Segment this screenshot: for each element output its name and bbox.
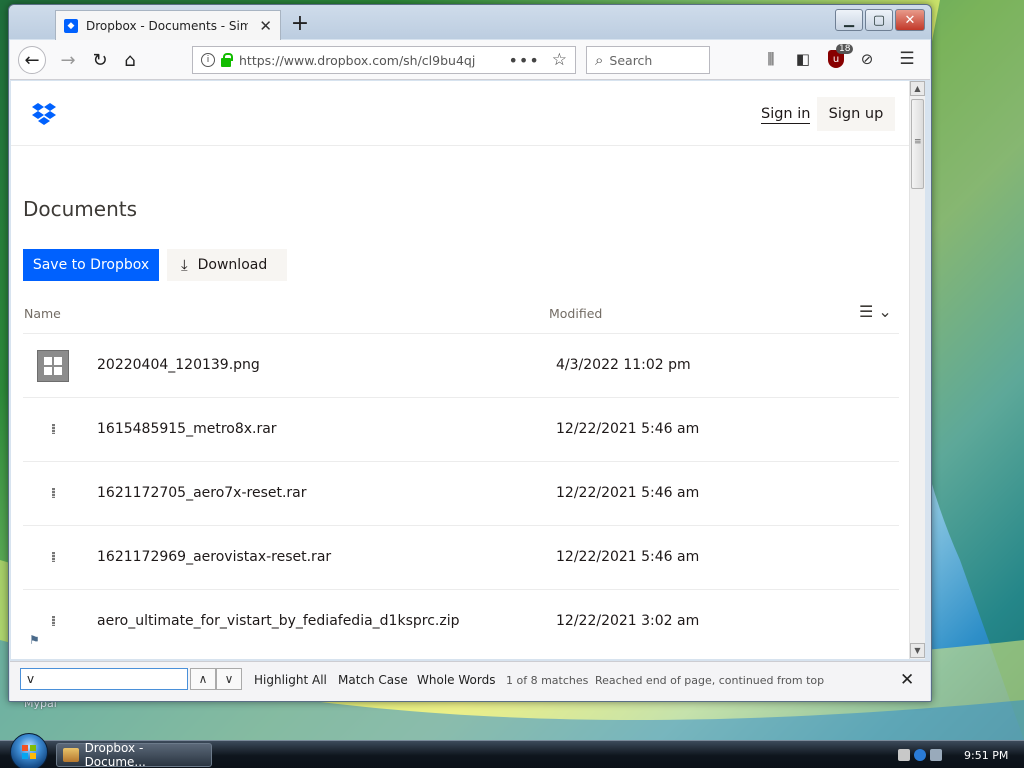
file-row[interactable]: 1621172705_aero7x-reset.rar 12/22/2021 5…: [23, 461, 899, 525]
match-case-toggle[interactable]: Match Case: [338, 673, 408, 687]
sidebar-icon[interactable]: ◧: [792, 48, 814, 70]
image-file-icon: [37, 350, 69, 382]
download-button[interactable]: ⤓ Download: [167, 249, 287, 281]
find-input[interactable]: v: [20, 668, 188, 690]
new-tab-button[interactable]: +: [287, 10, 313, 36]
tab-title: Dropbox - Documents - Simplif: [86, 18, 248, 33]
download-icon: ⤓: [181, 256, 188, 274]
page-content: Sign in Sign up Documents Save to Dropbo…: [11, 81, 909, 659]
blocked-icon[interactable]: ⊘: [856, 48, 878, 70]
url-bar[interactable]: i https://www.dropbox.com/sh/cl9bu4qj ••…: [192, 46, 576, 74]
scrollbar-thumb[interactable]: [911, 99, 924, 189]
highlight-all-toggle[interactable]: Highlight All: [254, 673, 327, 687]
file-modified: 12/22/2021 5:46 am: [556, 485, 700, 501]
taskbar-window-label: Dropbox - Docume...: [84, 741, 146, 768]
search-icon: ⌕: [595, 51, 604, 69]
url-text[interactable]: https://www.dropbox.com/sh/cl9bu4qj: [239, 53, 479, 68]
back-button[interactable]: ←: [18, 46, 46, 74]
system-tray: 9:51 PM: [898, 744, 1024, 766]
browser-taskbar-icon: [63, 748, 79, 762]
volume-tray-icon[interactable]: [930, 749, 942, 761]
minimize-button[interactable]: ▁: [835, 9, 863, 31]
file-modified: 12/22/2021 5:46 am: [556, 421, 700, 437]
home-button[interactable]: ⌂: [116, 46, 144, 74]
maximize-button[interactable]: ▢: [865, 9, 893, 31]
reload-button[interactable]: ↻: [86, 46, 114, 74]
scroll-down-icon[interactable]: ▼: [910, 643, 925, 658]
info-icon[interactable]: i: [201, 53, 215, 67]
file-row[interactable]: 1615485915_metro8x.rar 12/22/2021 5:46 a…: [23, 397, 899, 461]
find-match-count: 1 of 8 matches: [506, 674, 589, 687]
tab-bar: ◆ Dropbox - Documents - Simplif ✕ + ▁ ▢ …: [9, 5, 931, 40]
dropbox-logo-icon[interactable]: [31, 103, 57, 130]
taskbar: Dropbox - Docume... 9:51 PM: [0, 733, 1024, 768]
archive-file-icon: [37, 478, 69, 510]
file-modified: 12/22/2021 5:46 am: [556, 549, 700, 565]
search-placeholder: Search: [609, 52, 653, 68]
file-name[interactable]: aero_ultimate_for_vistart_by_fediafedia_…: [97, 613, 459, 629]
navigation-toolbar: ← → ↻ ⌂ i https://www.dropbox.com/sh/cl9…: [10, 40, 930, 80]
file-row[interactable]: aero_ultimate_for_vistart_by_fediafedia_…: [23, 589, 899, 653]
taskbar-window-button[interactable]: Dropbox - Docume...: [56, 741, 212, 768]
close-tab-icon[interactable]: ✕: [259, 17, 272, 35]
library-icon[interactable]: ⫼: [760, 48, 782, 70]
find-previous-button[interactable]: ∧: [190, 668, 216, 690]
archive-file-icon: [37, 542, 69, 574]
network-tray-icon[interactable]: [898, 749, 910, 761]
clock[interactable]: 9:51 PM: [964, 749, 1008, 762]
menu-icon[interactable]: ☰: [896, 48, 918, 70]
flag-icon[interactable]: ⚑: [29, 633, 40, 647]
archive-file-icon: [37, 606, 69, 638]
start-button[interactable]: [10, 733, 48, 768]
lock-icon: [221, 52, 233, 67]
file-name[interactable]: 20220404_120139.png: [97, 357, 260, 373]
globe-tray-icon[interactable]: [914, 749, 926, 761]
file-name[interactable]: 1615485915_metro8x.rar: [97, 421, 277, 437]
file-row[interactable]: 1621172969_aerovistax-reset.rar 12/22/20…: [23, 525, 899, 589]
browser-window: ◆ Dropbox - Documents - Simplif ✕ + ▁ ▢ …: [8, 4, 932, 702]
column-header-modified[interactable]: Modified: [549, 306, 602, 321]
search-input[interactable]: ⌕ Search: [586, 46, 710, 74]
find-bar: v ∧ ∨ Highlight All Match Case Whole Wor…: [10, 661, 930, 701]
dropbox-icon: ◆: [64, 18, 78, 33]
page-actions-icon[interactable]: •••: [508, 51, 539, 70]
ublock-badge: 18: [836, 44, 854, 54]
close-window-button[interactable]: ✕: [895, 9, 925, 31]
sign-in-link[interactable]: Sign in: [761, 106, 811, 124]
file-name[interactable]: 1621172705_aero7x-reset.rar: [97, 485, 307, 501]
tab-dropbox[interactable]: ◆ Dropbox - Documents - Simplif ✕: [55, 10, 281, 40]
header-divider: [11, 145, 909, 146]
column-header-name[interactable]: Name: [24, 306, 61, 321]
download-label: Download: [197, 257, 268, 273]
file-row[interactable]: 20220404_120139.png 4/3/2022 11:02 pm: [23, 333, 899, 397]
file-modified: 12/22/2021 3:02 am: [556, 613, 700, 629]
find-status-text: Reached end of page, continued from top: [595, 674, 825, 687]
page-title: Documents: [23, 197, 138, 221]
vertical-scrollbar[interactable]: ▲ ▼: [909, 81, 925, 659]
window-controls: ▁ ▢ ✕: [835, 9, 925, 31]
sign-up-button[interactable]: Sign up: [817, 97, 895, 131]
view-options-icon[interactable]: ☰ ⌄: [859, 302, 892, 321]
find-next-button[interactable]: ∨: [216, 668, 242, 690]
windows-logo-icon: [22, 745, 36, 759]
file-modified: 4/3/2022 11:02 pm: [556, 357, 691, 373]
close-find-bar-icon[interactable]: ✕: [900, 670, 914, 690]
archive-file-icon: [37, 414, 69, 446]
whole-words-toggle[interactable]: Whole Words: [417, 673, 495, 687]
file-name[interactable]: 1621172969_aerovistax-reset.rar: [97, 549, 331, 565]
save-to-dropbox-button[interactable]: Save to Dropbox: [23, 249, 159, 281]
forward-button[interactable]: →: [54, 46, 82, 74]
bookmark-star-icon[interactable]: ☆: [552, 50, 567, 70]
scroll-up-icon[interactable]: ▲: [910, 81, 925, 96]
